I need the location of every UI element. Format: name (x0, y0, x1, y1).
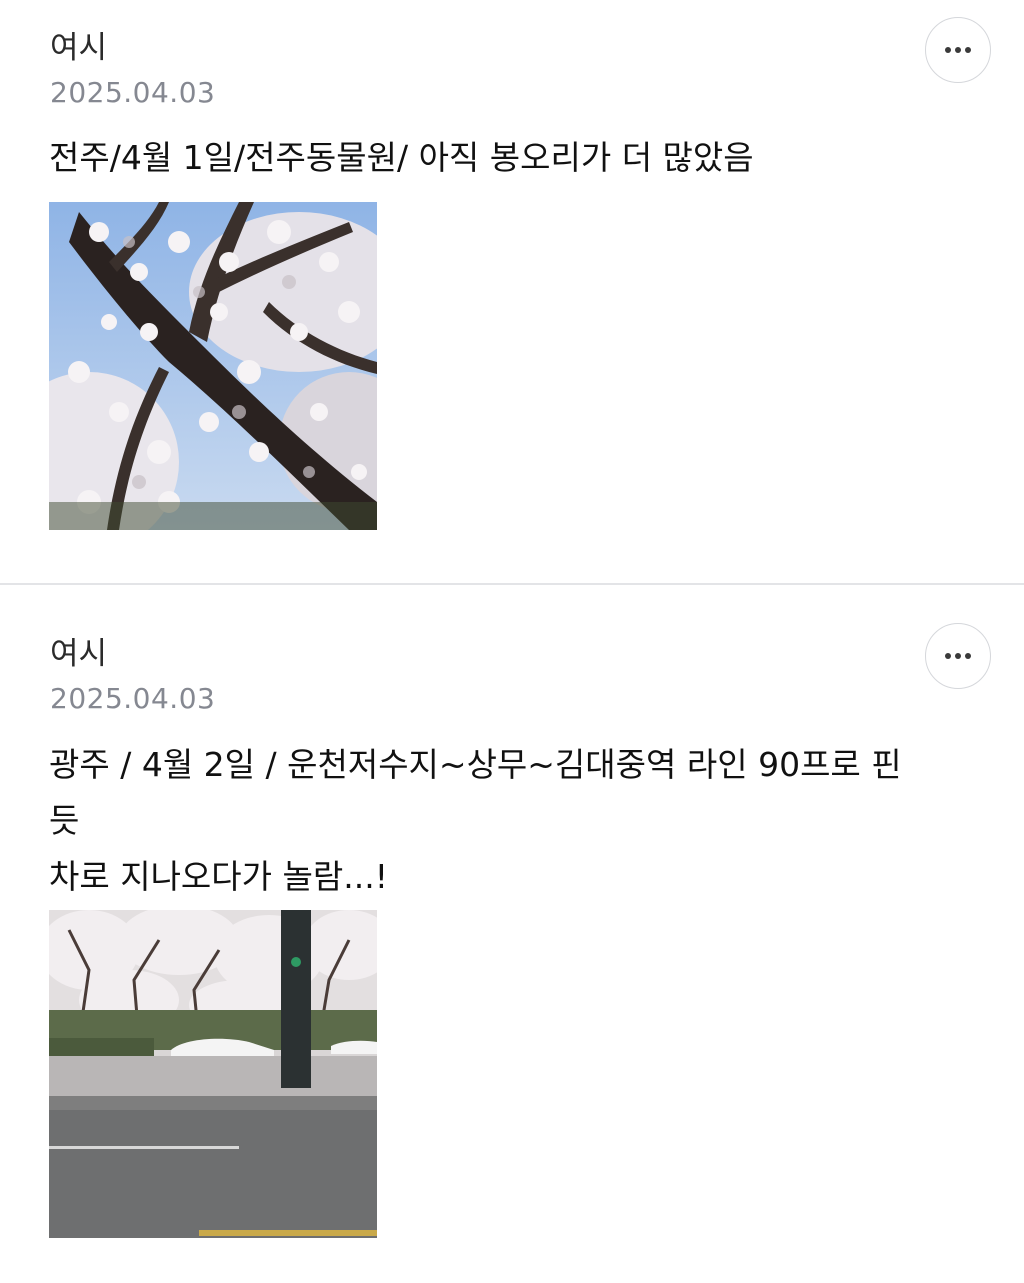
post-content: 광주 / 4월 2일 / 운천저수지~상무~김대중역 라인 90프로 핀 듯 차… (49, 745, 902, 896)
post-date: 2025.04.03 (50, 76, 216, 109)
post-photo-cherry-tree[interactable] (49, 202, 377, 530)
post-content: 전주/4월 1일/전주동물원/ 아직 봉오리가 더 많았음 (49, 138, 754, 177)
post-item: 여시 2025.04.03 전주/4월 1일/전주동물원/ 아직 봉오리가 더 … (0, 0, 1024, 583)
more-options-button[interactable] (925, 623, 991, 689)
post-item: 여시 2025.04.03 광주 / 4월 2일 / 운천저수지~상무~김대중역… (0, 585, 1024, 1283)
post-date: 2025.04.03 (50, 682, 216, 715)
more-horizontal-icon (945, 47, 971, 53)
post-photo-cherry-street[interactable] (49, 910, 377, 1238)
post-author[interactable]: 여시 (50, 634, 107, 674)
more-horizontal-icon (945, 653, 971, 659)
more-options-button[interactable] (925, 17, 991, 83)
post-author[interactable]: 여시 (50, 28, 107, 68)
post-feed: 여시 2025.04.03 전주/4월 1일/전주동물원/ 아직 봉오리가 더 … (0, 0, 1024, 1283)
